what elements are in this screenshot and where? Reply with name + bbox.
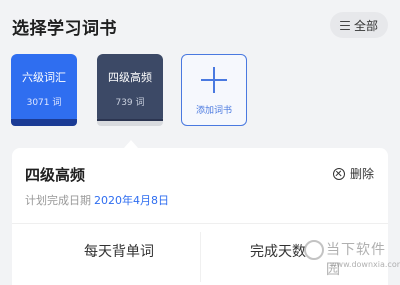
all-books-button[interactable]: 全部 — [329, 12, 388, 38]
plus-icon — [201, 67, 227, 93]
book-shelf: 六级词汇 3071 词 四级高频 739 词 添加词书 — [0, 52, 400, 138]
book-detail-card: 四级高频 删除 计划完成日期 2020年4月8日 每天背单词 完成天数 — [12, 148, 388, 285]
book-spine — [11, 119, 77, 126]
add-book-label: 添加词书 — [195, 106, 232, 116]
divider — [12, 223, 388, 224]
book-spine — [97, 119, 163, 126]
add-book-button[interactable]: 添加词书 — [181, 54, 247, 126]
days-label: 完成天数 — [250, 244, 306, 260]
all-books-label: 全部 — [353, 18, 378, 33]
x-circle-icon — [332, 167, 345, 180]
book-cet6[interactable]: 六级词汇 3071 词 — [11, 54, 77, 126]
book-cover: 六级词汇 3071 词 — [11, 54, 77, 120]
book-word-count: 3071 词 — [26, 97, 62, 108]
header: 选择学习词书 全部 — [0, 0, 400, 50]
book-title: 六级词汇 — [22, 70, 66, 84]
plan-label: 计划完成日期 — [25, 194, 91, 207]
delete-label: 删除 — [349, 167, 374, 181]
delete-button[interactable]: 删除 — [332, 165, 374, 182]
selection-pointer — [124, 140, 138, 148]
book-word-count: 739 词 — [115, 97, 145, 108]
plan-date[interactable]: 2020年4月8日 — [94, 194, 169, 207]
detail-title: 四级高频 — [25, 166, 86, 184]
plan-date-row: 计划完成日期 2020年4月8日 — [25, 192, 169, 208]
page-title: 选择学习词书 — [12, 19, 117, 39]
daily-words-label: 每天背单词 — [84, 244, 154, 260]
menu-icon — [339, 20, 350, 30]
book-cover: 四级高频 739 词 — [97, 54, 163, 120]
book-cet4-frequent[interactable]: 四级高频 739 词 — [97, 54, 163, 126]
book-title: 四级高频 — [108, 70, 152, 84]
column-divider — [200, 232, 201, 282]
